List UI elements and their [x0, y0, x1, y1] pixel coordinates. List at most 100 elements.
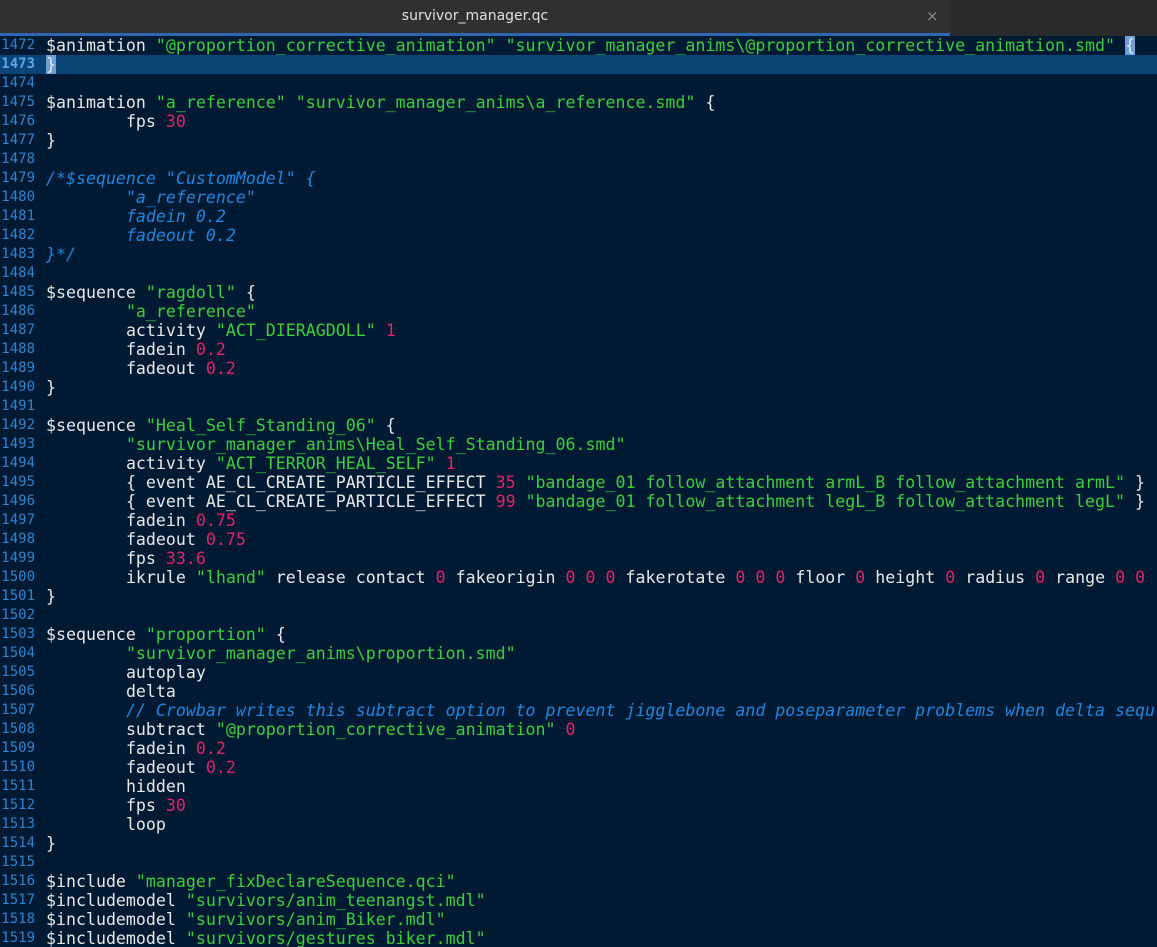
- code-line[interactable]: 1483}*/: [0, 245, 1157, 264]
- line-code: /*$sequence "CustomModel" {: [46, 169, 316, 188]
- number-literal: 0: [855, 568, 866, 587]
- code-text: {: [375, 416, 396, 435]
- line-code: autoplay: [46, 663, 206, 682]
- code-text: delta: [46, 682, 176, 701]
- comment: fadein 0.2: [46, 207, 226, 226]
- code-text: fps: [46, 549, 166, 568]
- code-line[interactable]: 1506 delta: [0, 682, 1157, 701]
- line-code: "a_reference": [46, 302, 256, 321]
- code-editor[interactable]: 1472 $animation "@proportion_corrective_a…: [0, 36, 1157, 947]
- code-line[interactable]: 1505 autoplay: [0, 663, 1157, 682]
- line-number: 1499: [1, 550, 35, 566]
- line-code: // Crowbar writes this subtract option t…: [46, 701, 1155, 720]
- code-text: {: [265, 625, 286, 644]
- number-literal: 0.2: [205, 758, 236, 777]
- code-line[interactable]: 1491: [0, 397, 1157, 416]
- code-text: }: [46, 131, 56, 150]
- close-icon[interactable]: ×: [926, 7, 939, 25]
- code-text: }: [46, 587, 56, 606]
- code-line[interactable]: 1502: [0, 606, 1157, 625]
- line-number: 1481: [1, 208, 35, 224]
- code-line[interactable]: 1479 /*$sequence "CustomModel" {: [0, 169, 1157, 188]
- code-line[interactable]: 1496 { event AE_CL_CREATE_PARTICLE_EFFEC…: [0, 492, 1157, 511]
- code-line[interactable]: 1478: [0, 150, 1157, 169]
- line-code: fadein 0.2: [46, 207, 226, 226]
- code-line[interactable]: 1481 fadein 0.2: [0, 207, 1157, 226]
- code-line[interactable]: 1500 ikrule "lhand" release contact 0 fa…: [0, 568, 1157, 587]
- code-line[interactable]: 1487 activity "ACT_DIERAGDOLL" 1: [0, 321, 1157, 340]
- code-line[interactable]: 1514}: [0, 834, 1157, 853]
- line-code: fadein 0.2: [46, 739, 226, 758]
- line-number: 1519: [1, 930, 35, 946]
- line-number: 1517: [1, 892, 35, 908]
- code-line[interactable]: 1497 fadein 0.75: [0, 511, 1157, 530]
- comment: fadeout 0.2: [46, 226, 236, 245]
- comment: /*$sequence "CustomModel" {: [46, 169, 316, 188]
- code-line[interactable]: 1517 $includemodel "survivors/anim_teenan…: [0, 891, 1157, 910]
- number-literal: 1: [445, 454, 456, 473]
- line-code: }: [46, 378, 56, 397]
- comment: // Crowbar writes this subtract option t…: [125, 701, 1155, 720]
- code-line[interactable]: 1507 // Crowbar writes this subtract opt…: [0, 701, 1157, 720]
- code-line[interactable]: 1499 fps 33.6: [0, 549, 1157, 568]
- line-number: 1496: [1, 493, 35, 509]
- code-line[interactable]: 1513 loop: [0, 815, 1157, 834]
- code-line[interactable]: 1519 $includemodel "survivors/gestures_bi…: [0, 929, 1157, 947]
- code-line[interactable]: 1494 activity "ACT_TERROR_HEAL_SELF" 1: [0, 454, 1157, 473]
- code-line[interactable]: 1504 "survivor_manager_anims\proportion.…: [0, 644, 1157, 663]
- code-line[interactable]: 1484: [0, 264, 1157, 283]
- number-literal: 0.2: [195, 340, 226, 359]
- line-code: activity "ACT_TERROR_HEAL_SELF" 1: [46, 454, 456, 473]
- code-line[interactable]: 1486 "a_reference": [0, 302, 1157, 321]
- code-line[interactable]: 1511 hidden: [0, 777, 1157, 796]
- code-line[interactable]: 1482 fadeout 0.2: [0, 226, 1157, 245]
- code-line[interactable]: 1508 subtract "@proportion_corrective_an…: [0, 720, 1157, 739]
- line-code: }: [46, 587, 56, 606]
- code-line[interactable]: 1515: [0, 853, 1157, 872]
- line-number: 1504: [1, 645, 35, 661]
- number-literal: 0 0: [1115, 568, 1146, 587]
- code-line[interactable]: 1509 fadein 0.2: [0, 739, 1157, 758]
- code-line[interactable]: 1492 $sequence "Heal_Self_Standing_06" {: [0, 416, 1157, 435]
- code-text: {: [235, 283, 256, 302]
- line-number: 1484: [1, 265, 35, 281]
- code-line[interactable]: 1501}: [0, 587, 1157, 606]
- string-literal: "@proportion_corrective_animation" "surv…: [155, 36, 1115, 55]
- code-text: }: [46, 378, 56, 397]
- line-code: $animation "@proportion_corrective_anima…: [46, 36, 1135, 55]
- code-line[interactable]: 1475 $animation "a_reference" "survivor_m…: [0, 93, 1157, 112]
- code-line[interactable]: 1498 fadeout 0.75: [0, 530, 1157, 549]
- code-line[interactable]: 1512 fps 30: [0, 796, 1157, 815]
- code-line[interactable]: 1474: [0, 74, 1157, 93]
- code-line[interactable]: 1473}: [0, 55, 1157, 74]
- line-code: }*/: [46, 245, 76, 264]
- string-literal: "survivor_manager_anims\proportion.smd": [125, 644, 516, 663]
- code-line[interactable]: 1516 $include "manager_fixDeclareSequence…: [0, 872, 1157, 891]
- line-code: activity "ACT_DIERAGDOLL" 1: [46, 321, 396, 340]
- code-line[interactable]: 1503 $sequence "proportion" {: [0, 625, 1157, 644]
- code-line[interactable]: 1489 fadeout 0.2: [0, 359, 1157, 378]
- code-text: fakerotate: [615, 568, 736, 587]
- number-literal: 99: [495, 492, 516, 511]
- code-line[interactable]: 1480 "a_reference": [0, 188, 1157, 207]
- code-line[interactable]: 1518 $includemodel "survivors/anim_Biker.…: [0, 910, 1157, 929]
- code-line[interactable]: 1485 $sequence "ragdoll" {: [0, 283, 1157, 302]
- code-line[interactable]: 1488 fadein 0.2: [0, 340, 1157, 359]
- line-code: $includemodel "survivors/anim_teenangst.…: [46, 891, 486, 910]
- code-text: fadeout: [46, 530, 206, 549]
- code-line[interactable]: 1472 $animation "@proportion_corrective_a…: [0, 36, 1157, 55]
- line-number: 1501: [1, 588, 35, 604]
- code-line[interactable]: 1495 { event AE_CL_CREATE_PARTICLE_EFFEC…: [0, 473, 1157, 492]
- line-code: $sequence "proportion" {: [46, 625, 286, 644]
- code-line[interactable]: 1477}: [0, 131, 1157, 150]
- code-line[interactable]: 1476 fps 30: [0, 112, 1157, 131]
- code-line[interactable]: 1493 "survivor_manager_anims\Heal_Self_S…: [0, 435, 1157, 454]
- tab-survivor-manager[interactable]: survivor_manager.qc ×: [0, 0, 950, 36]
- code-line[interactable]: 1510 fadeout 0.2: [0, 758, 1157, 777]
- line-code: fps 30: [46, 112, 186, 131]
- code-line[interactable]: 1490}: [0, 378, 1157, 397]
